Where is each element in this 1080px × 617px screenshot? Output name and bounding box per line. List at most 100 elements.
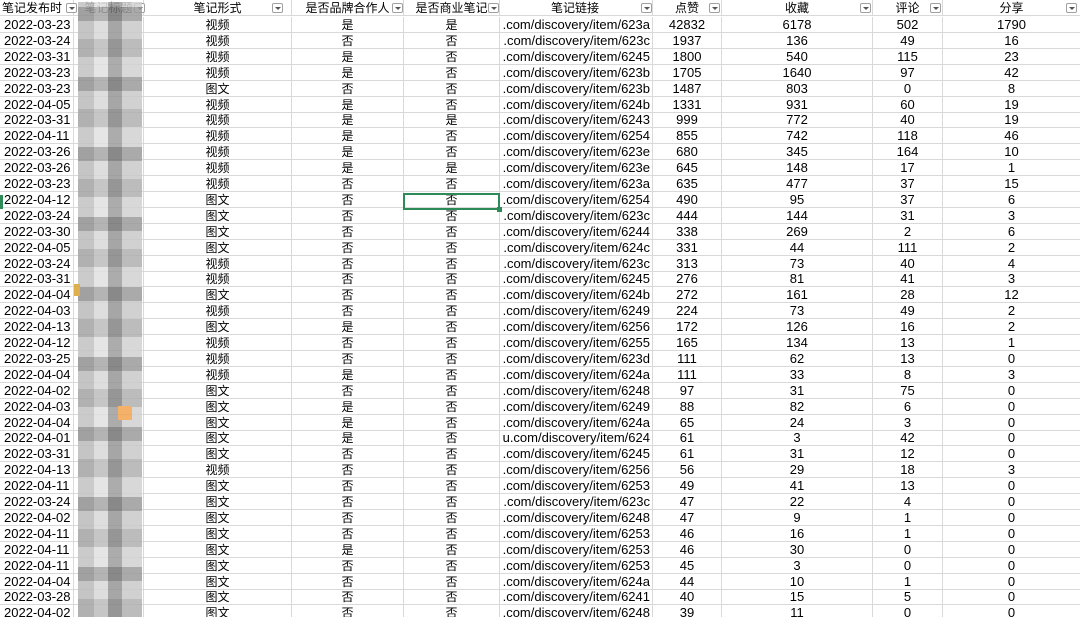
cell-commercial[interactable]: 否: [404, 494, 500, 510]
cell-brand-partner[interactable]: 否: [292, 478, 404, 495]
cell-comments[interactable]: 4: [873, 494, 943, 510]
cell-format[interactable]: 视频: [144, 335, 292, 351]
cell-publish-time[interactable]: 2022-04-04: [0, 366, 74, 383]
cell-favorites[interactable]: 134: [722, 335, 873, 351]
cell-likes[interactable]: 65: [653, 414, 722, 431]
cell-comments[interactable]: 60: [873, 96, 943, 113]
cell-likes[interactable]: 444: [653, 207, 722, 224]
cell-commercial[interactable]: 否: [404, 32, 500, 49]
cell-comments[interactable]: 0: [873, 605, 943, 617]
cell-format[interactable]: 图文: [144, 223, 292, 240]
cell-likes[interactable]: 44: [653, 573, 722, 590]
cell-likes[interactable]: 46: [653, 525, 722, 542]
cell-commercial[interactable]: 否: [404, 350, 500, 367]
cell-shares[interactable]: 10: [943, 144, 1080, 161]
cell-commercial[interactable]: 否: [404, 207, 500, 224]
cell-comments[interactable]: 164: [873, 144, 943, 161]
cell-comments[interactable]: 49: [873, 32, 943, 49]
cell-link[interactable]: .com/discovery/item/623c: [500, 494, 653, 510]
cell-favorites[interactable]: 345: [722, 144, 873, 161]
cell-favorites[interactable]: 931: [722, 96, 873, 113]
cell-brand-partner[interactable]: 否: [292, 605, 404, 617]
cell-link[interactable]: .com/discovery/item/6254: [500, 191, 653, 208]
cell-comments[interactable]: 37: [873, 191, 943, 208]
cell-commercial[interactable]: 是: [404, 17, 500, 33]
cell-link[interactable]: .com/discovery/item/6248: [500, 382, 653, 399]
cell-comments[interactable]: 2: [873, 223, 943, 240]
cell-comments[interactable]: 1: [873, 525, 943, 542]
cell-brand-partner[interactable]: 否: [292, 303, 404, 320]
cell-shares[interactable]: 0: [943, 446, 1080, 463]
cell-likes[interactable]: 46: [653, 541, 722, 558]
cell-comments[interactable]: 42: [873, 430, 943, 447]
cell-publish-time[interactable]: 2022-04-03: [0, 398, 74, 415]
cell-shares[interactable]: 1: [943, 335, 1080, 351]
cell-publish-time[interactable]: 2022-04-04: [0, 287, 74, 304]
cell-link[interactable]: .com/discovery/item/6253: [500, 478, 653, 495]
cell-shares[interactable]: 6: [943, 192, 1080, 208]
cell-comments[interactable]: 0: [873, 557, 943, 574]
cell-comments[interactable]: 13: [873, 350, 943, 367]
cell-shares[interactable]: 4: [943, 256, 1080, 272]
cell-favorites[interactable]: 81: [722, 271, 873, 288]
cell-likes[interactable]: 97: [653, 382, 722, 399]
cell-publish-time[interactable]: 2022-04-04: [0, 573, 74, 590]
cell-link[interactable]: .com/discovery/item/6249: [500, 303, 653, 320]
cell-comments[interactable]: 5: [873, 589, 943, 606]
filter-dropdown-icon[interactable]: [930, 3, 941, 13]
cell-favorites[interactable]: 477: [722, 176, 873, 192]
cell-likes[interactable]: 42832: [653, 17, 722, 33]
cell-shares[interactable]: 19: [943, 112, 1080, 129]
cell-format[interactable]: 图文: [144, 287, 292, 304]
cell-link[interactable]: .com/discovery/item/6243: [500, 112, 653, 129]
cell-commercial[interactable]: 否: [404, 605, 500, 617]
cell-favorites[interactable]: 41: [722, 478, 873, 495]
cell-format[interactable]: 视频: [144, 366, 292, 383]
cell-commercial[interactable]: 否: [404, 462, 500, 479]
cell-brand-partner[interactable]: 否: [292, 557, 404, 574]
cell-commercial[interactable]: 否: [404, 430, 500, 447]
cell-comments[interactable]: 1: [873, 573, 943, 590]
cell-format[interactable]: 视频: [144, 64, 292, 81]
cell-favorites[interactable]: 3: [722, 557, 873, 574]
cell-format[interactable]: 视频: [144, 96, 292, 113]
cell-commercial[interactable]: 否: [404, 48, 500, 65]
cell-brand-partner[interactable]: 是: [292, 414, 404, 431]
cell-format[interactable]: 视频: [144, 112, 292, 129]
cell-comments[interactable]: 28: [873, 287, 943, 304]
cell-commercial[interactable]: 否: [404, 176, 500, 192]
cell-likes[interactable]: 40: [653, 589, 722, 606]
cell-format[interactable]: 图文: [144, 398, 292, 415]
cell-publish-time[interactable]: 2022-04-11: [0, 478, 74, 495]
cell-publish-time[interactable]: 2022-03-31: [0, 271, 74, 288]
cell-favorites[interactable]: 73: [722, 303, 873, 320]
cell-format[interactable]: 视频: [144, 462, 292, 479]
cell-commercial[interactable]: 否: [404, 366, 500, 383]
cell-likes[interactable]: 272: [653, 287, 722, 304]
cell-publish-time[interactable]: 2022-04-11: [0, 541, 74, 558]
cell-publish-time[interactable]: 2022-04-11: [0, 128, 74, 145]
cell-likes[interactable]: 635: [653, 176, 722, 192]
cell-likes[interactable]: 47: [653, 509, 722, 526]
cell-shares[interactable]: 3: [943, 208, 1080, 224]
cell-shares[interactable]: 42: [943, 65, 1080, 81]
cell-favorites[interactable]: 161: [722, 287, 873, 304]
cell-publish-time[interactable]: 2022-03-23: [0, 80, 74, 97]
cell-brand-partner[interactable]: 是: [292, 160, 404, 177]
cell-brand-partner[interactable]: 是: [292, 112, 404, 129]
cell-publish-time[interactable]: 2022-03-31: [0, 446, 74, 463]
cell-favorites[interactable]: 742: [722, 128, 873, 145]
cell-format[interactable]: 视频: [144, 303, 292, 320]
cell-likes[interactable]: 338: [653, 223, 722, 240]
cell-link[interactable]: .com/discovery/item/6245: [500, 446, 653, 463]
cell-likes[interactable]: 490: [653, 191, 722, 208]
cell-link[interactable]: .com/discovery/item/6248: [500, 605, 653, 617]
cell-publish-time[interactable]: 2022-03-23: [0, 64, 74, 81]
cell-format[interactable]: 图文: [144, 541, 292, 558]
cell-publish-time[interactable]: 2022-04-04: [0, 414, 74, 431]
cell-format[interactable]: 图文: [144, 573, 292, 590]
cell-publish-time[interactable]: 2022-04-12: [0, 335, 74, 351]
header-favorites[interactable]: 收藏: [722, 0, 873, 16]
filter-dropdown-icon[interactable]: [709, 3, 720, 13]
header-link[interactable]: 笔记链接: [500, 0, 653, 16]
